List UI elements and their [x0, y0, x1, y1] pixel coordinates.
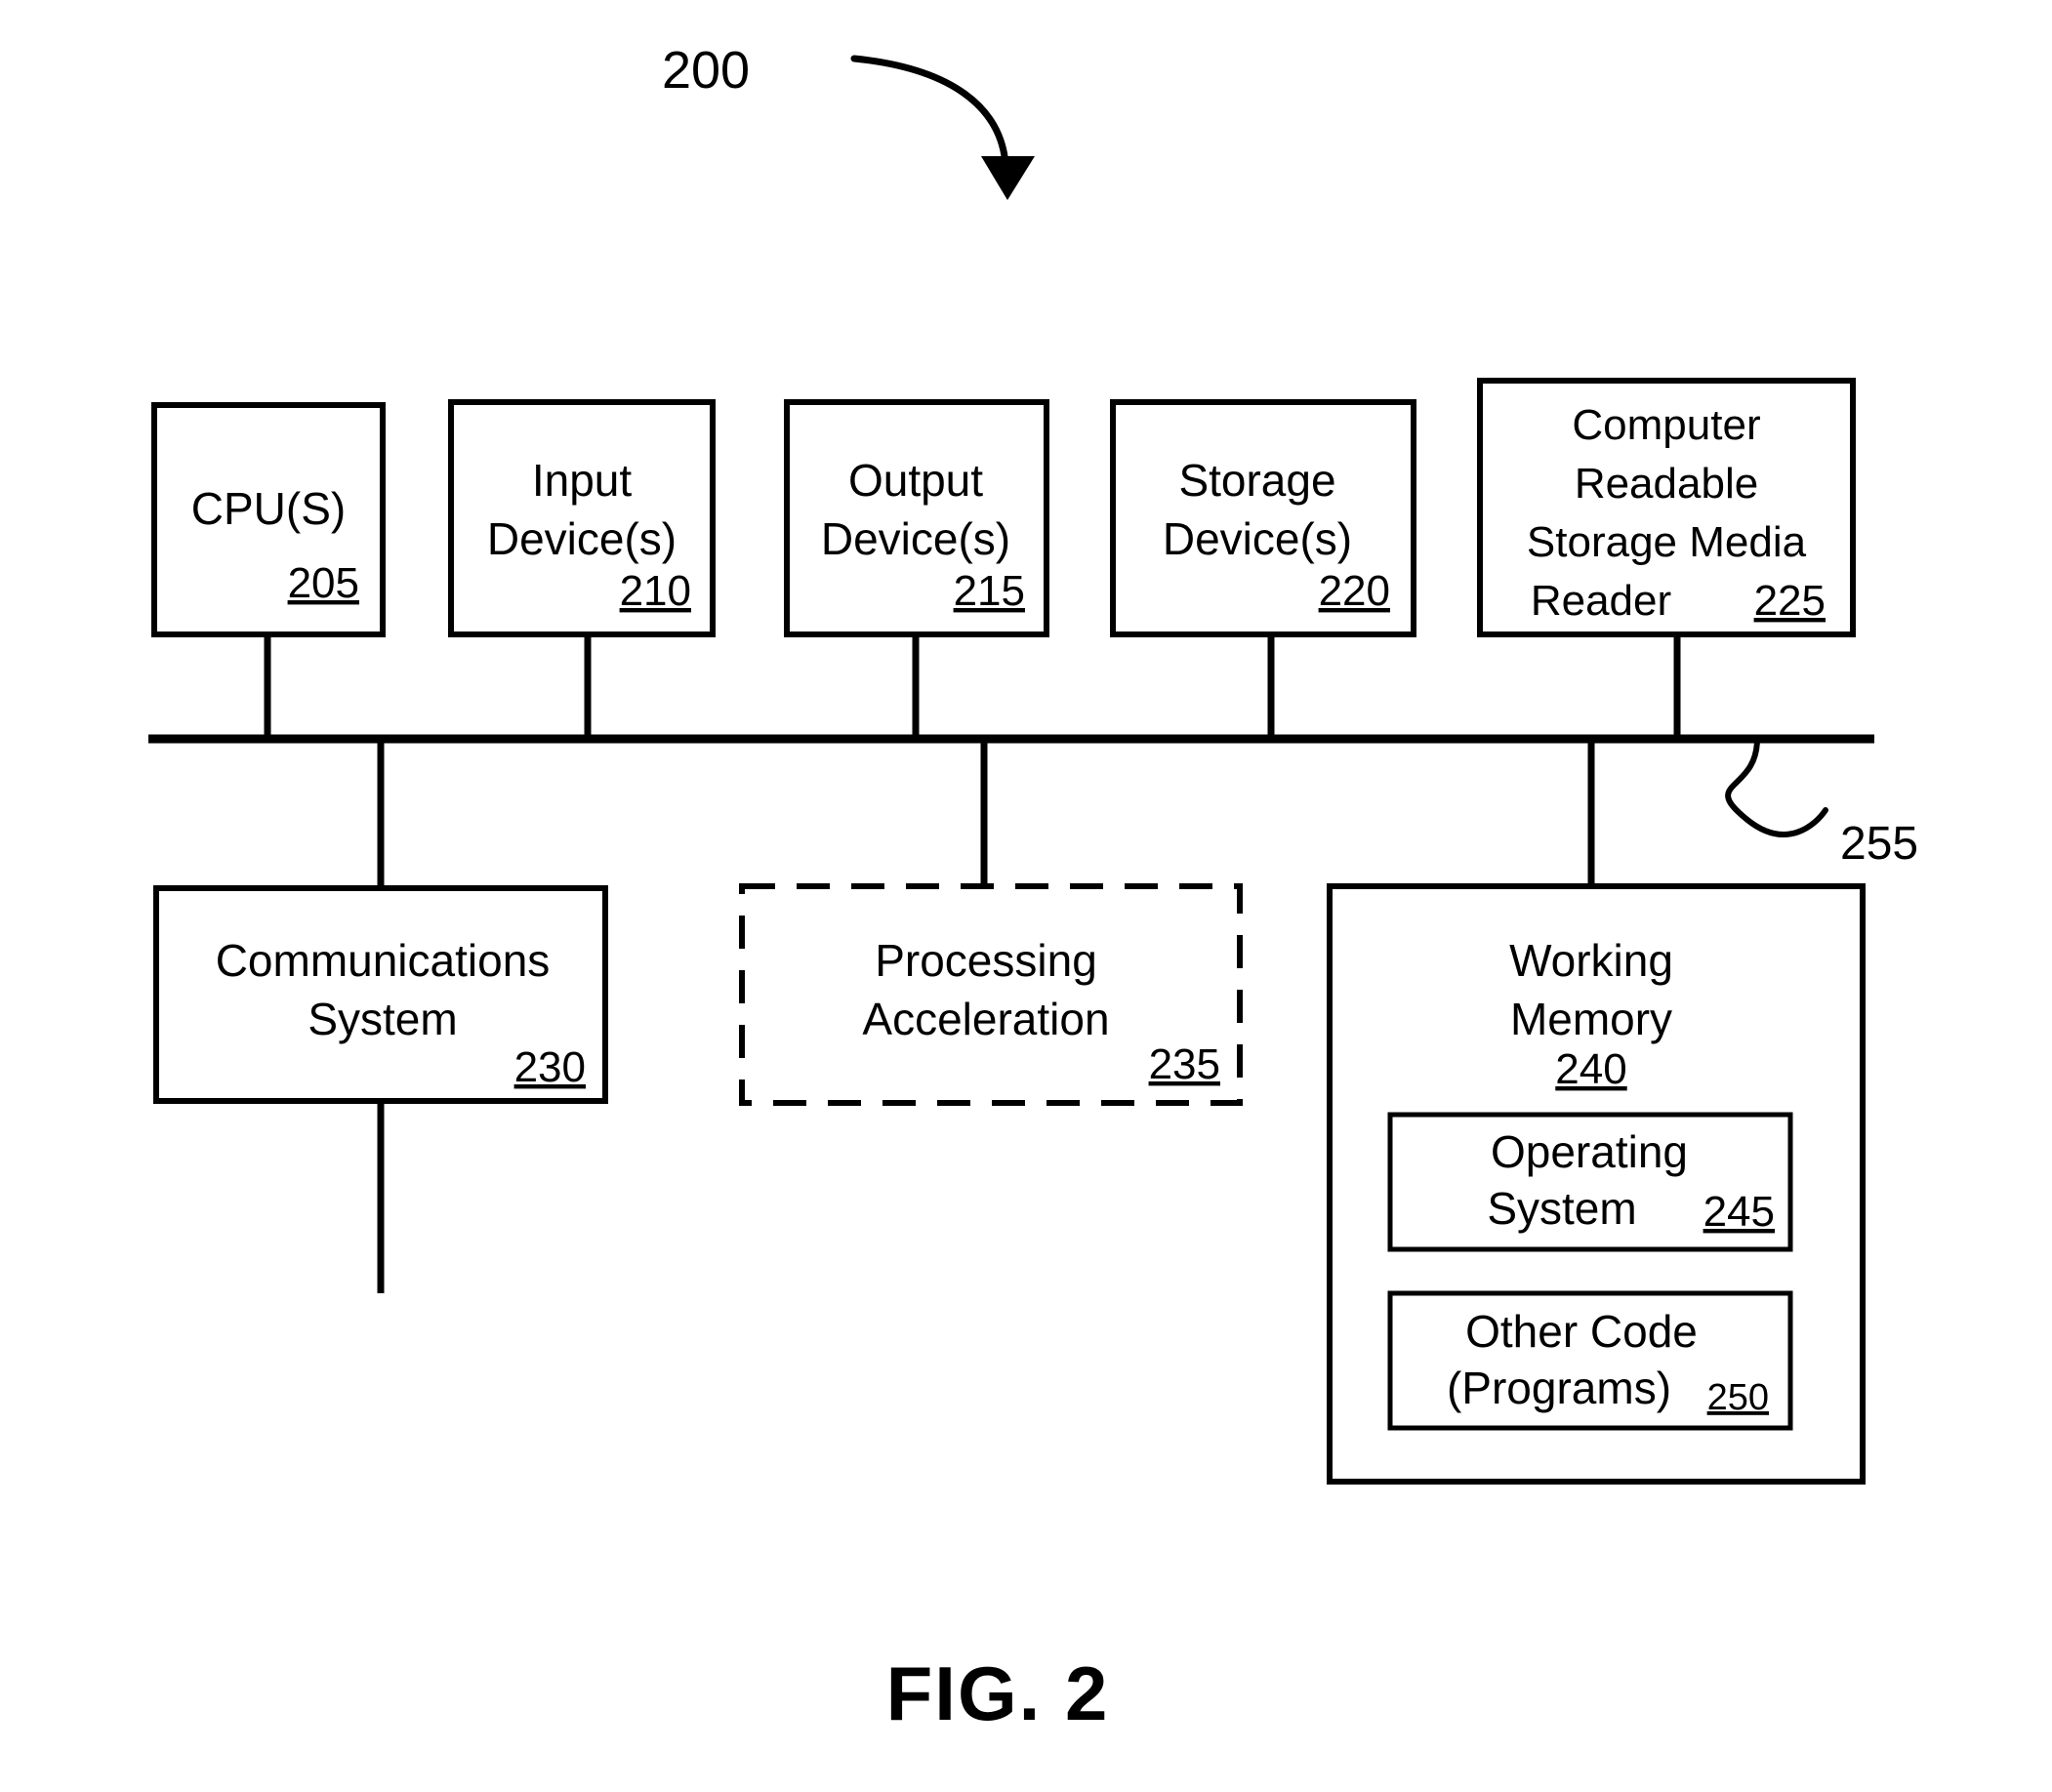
box-cpu-line-1: CPU(S)	[191, 483, 346, 534]
box-storage-devices-line-2: Device(s)	[1163, 513, 1352, 564]
box-storage-devices-line-1: Storage	[1178, 455, 1335, 506]
box-reader-line-2: Readable	[1575, 460, 1758, 508]
box-reader-reference: 225	[1754, 577, 1826, 625]
box-input-devices-line-1: Input	[532, 455, 633, 506]
box-input-devices-line-2: Device(s)	[487, 513, 677, 564]
box-processing-acceleration-line-1: Processing	[875, 935, 1097, 986]
box-communications-system-line-2: System	[308, 994, 457, 1044]
box-output-devices-line-2: Device(s)	[821, 513, 1010, 564]
system-reference-arrowhead	[981, 156, 1035, 200]
box-other-code-reference: 250	[1707, 1377, 1769, 1418]
box-output-devices-reference: 215	[954, 567, 1025, 615]
system-reference-label: 200	[662, 41, 750, 100]
system-block-diagram: 200 255 CPU(S) 205 Input Device(s) 210 O…	[148, 41, 1918, 1736]
box-working-memory-reference: 240	[1555, 1045, 1626, 1093]
box-reader-line-1: Computer	[1572, 401, 1760, 449]
box-operating-system-line-1: Operating	[1491, 1126, 1688, 1177]
bus-reference-label: 255	[1840, 818, 1918, 870]
box-cpu-reference: 205	[288, 559, 359, 607]
box-operating-system-line-2: System	[1487, 1183, 1636, 1234]
box-processing-acceleration-reference: 235	[1149, 1040, 1220, 1088]
box-communications-system-reference: 230	[514, 1043, 586, 1091]
figure-caption: FIG. 2	[886, 1650, 1110, 1736]
box-other-code-line-2: (Programs)	[1447, 1363, 1671, 1413]
box-storage-devices-reference: 220	[1319, 567, 1390, 615]
patent-figure-2: 200 255 CPU(S) 205 Input Device(s) 210 O…	[0, 0, 2052, 1792]
box-processing-acceleration-line-2: Acceleration	[862, 994, 1109, 1044]
system-reference-leader-curve	[850, 55, 1009, 168]
bus-reference-leader	[1725, 736, 1828, 837]
box-communications-system-line-1: Communications	[216, 935, 551, 986]
box-input-devices-reference: 210	[620, 567, 691, 615]
box-output-devices-line-1: Output	[848, 455, 983, 506]
box-working-memory-line-2: Memory	[1510, 994, 1672, 1044]
box-working-memory-line-1: Working	[1509, 935, 1673, 986]
box-reader-line-4: Reader	[1531, 577, 1671, 625]
box-other-code-line-1: Other Code	[1465, 1306, 1698, 1357]
box-reader-line-3: Storage Media	[1527, 518, 1807, 566]
box-operating-system-reference: 245	[1703, 1188, 1775, 1236]
